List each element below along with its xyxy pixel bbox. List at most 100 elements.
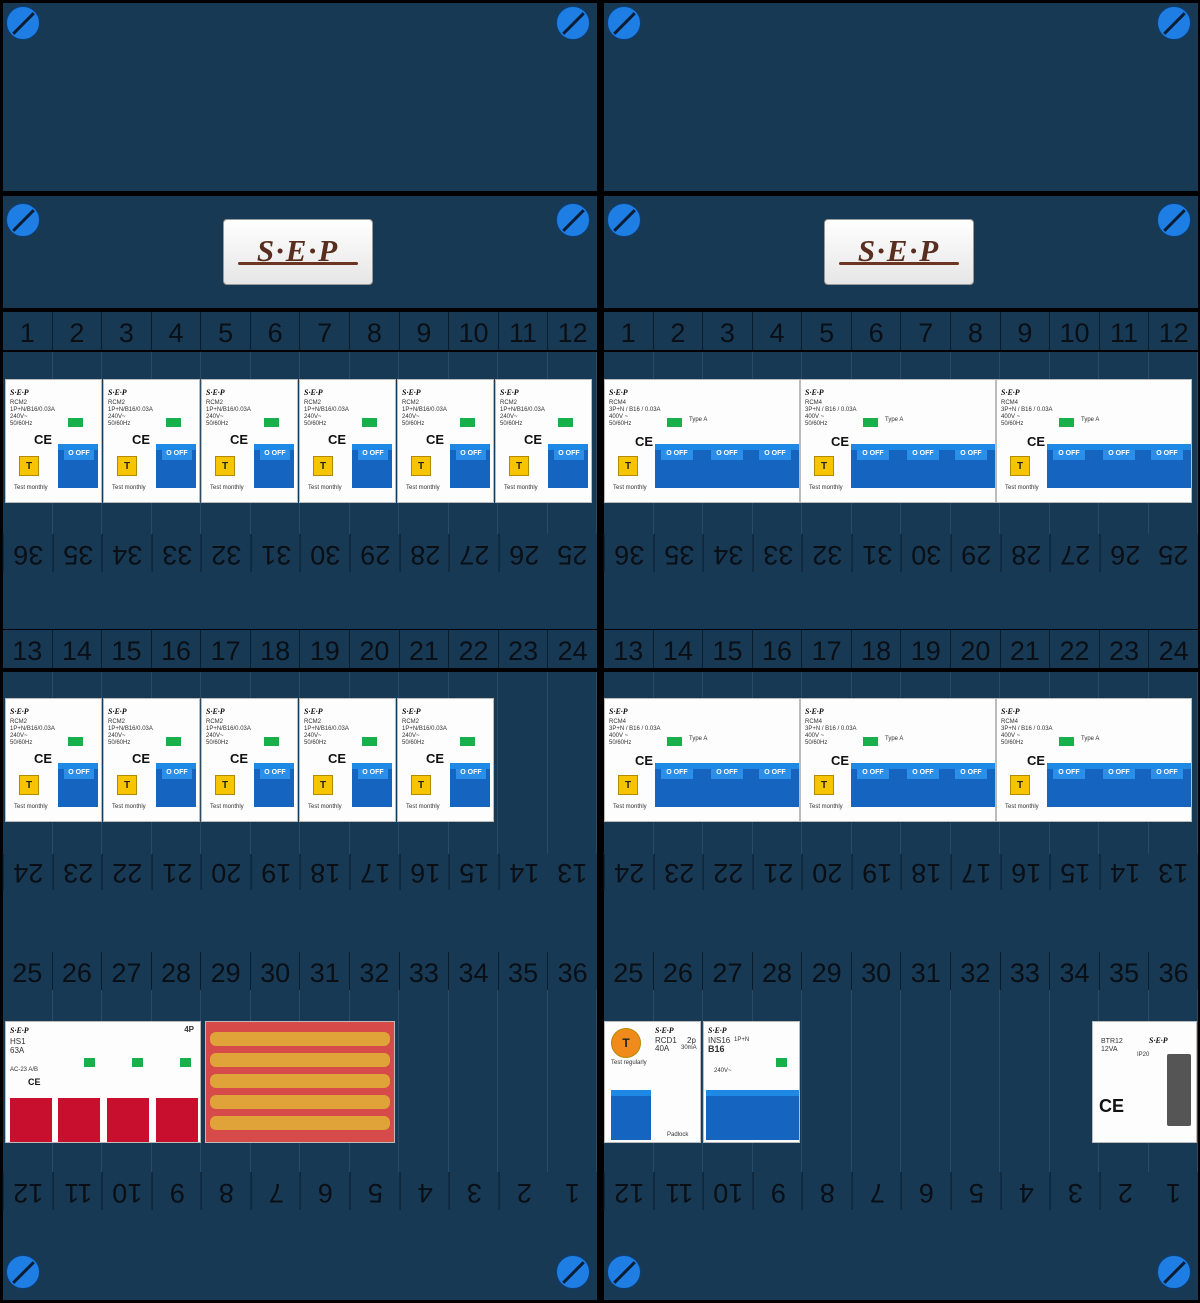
position-number: 33: [151, 534, 202, 572]
test-label: Test monthly: [14, 485, 48, 491]
test-button[interactable]: T: [117, 456, 137, 476]
status-indicator: [68, 737, 83, 746]
off-label: O OFF: [907, 769, 939, 779]
device-spec: 3P+N / B16 / 0.03A: [805, 407, 857, 413]
test-button[interactable]: T: [117, 775, 137, 795]
test-button[interactable]: T: [313, 456, 333, 476]
device-model: RCM2: [304, 719, 322, 725]
off-label: O OFF: [857, 769, 889, 779]
test-label: Test monthly: [613, 485, 647, 491]
breaker-lever[interactable]: [706, 1090, 799, 1140]
device-brand: S·E·P: [655, 1026, 674, 1035]
screw-icon[interactable]: [6, 1255, 40, 1289]
screw-icon[interactable]: [6, 203, 40, 237]
position-number: 17: [802, 630, 852, 668]
test-button[interactable]: T: [611, 1028, 641, 1058]
status-indicator: [460, 737, 475, 746]
position-number: 34: [703, 534, 753, 572]
test-button[interactable]: T: [411, 456, 431, 476]
off-label: O OFF: [554, 450, 584, 460]
screw-icon[interactable]: [556, 6, 590, 40]
ce-mark: CE: [635, 434, 654, 449]
position-number: 19: [901, 630, 952, 668]
rcbo-rcm2: S·E·P RCM2 1P+N/B16/0.03A 240V~ 50/60Hz CE T Te…: [397, 379, 494, 503]
position-number: 10: [449, 312, 499, 350]
test-label: Test monthly: [308, 485, 342, 491]
screw-icon[interactable]: [6, 6, 40, 40]
ce-mark: CE: [28, 1077, 41, 1087]
screw-icon[interactable]: [556, 203, 590, 237]
device-ip: IP20: [1137, 1052, 1150, 1058]
status-indicator: [863, 737, 878, 746]
device-frequency: 50/60Hz: [10, 740, 33, 746]
test-button[interactable]: T: [19, 775, 39, 795]
position-number: 29: [951, 534, 1001, 572]
position-number: 32: [951, 952, 1001, 990]
position-number: 19: [250, 852, 301, 890]
switch-handle[interactable]: [107, 1098, 149, 1142]
test-label: Test monthly: [308, 804, 342, 810]
device-brand: S·E·P: [805, 388, 824, 397]
position-number: 36: [557, 958, 588, 988]
position-number: 35: [52, 534, 103, 572]
test-button[interactable]: T: [1010, 775, 1030, 795]
terminal-strip: [210, 1053, 390, 1067]
breaker-lever[interactable]: [611, 1090, 651, 1140]
test-button[interactable]: T: [215, 775, 235, 795]
screw-icon[interactable]: [607, 6, 641, 40]
off-label: O OFF: [260, 450, 290, 460]
position-number: 7: [901, 312, 952, 350]
position-number-row: 25 26 27 28 29 30 31 32 33 34 35 36: [604, 952, 1198, 990]
position-number: 35: [1100, 952, 1150, 990]
position-number-row: 12 11 10 9 8 7 6 5 4 3 2 1: [3, 1172, 597, 1210]
position-number: 2: [498, 1172, 549, 1210]
test-button[interactable]: T: [814, 456, 834, 476]
ce-mark: CE: [34, 432, 53, 447]
position-number: 13: [557, 858, 588, 888]
position-number: 1: [1166, 1178, 1182, 1208]
screw-icon[interactable]: [1157, 203, 1191, 237]
switch-handle[interactable]: [156, 1098, 198, 1142]
device-brand: S·E·P: [10, 1026, 29, 1035]
screw-icon[interactable]: [1157, 1255, 1191, 1289]
switch-handle[interactable]: [58, 1098, 100, 1142]
test-button[interactable]: T: [313, 775, 333, 795]
test-label: Test monthly: [406, 485, 440, 491]
device-spec: 1P+N/B16/0.03A: [402, 407, 447, 413]
device-model: RCD1: [655, 1036, 677, 1045]
off-label: O OFF: [358, 769, 388, 779]
test-button[interactable]: T: [814, 775, 834, 795]
screw-icon[interactable]: [1157, 6, 1191, 40]
position-number: 14: [1099, 852, 1150, 890]
position-number-row: 12 11 10 9 8 7 6 5 4 3 2 1: [604, 1172, 1198, 1210]
device-type: Type A: [689, 417, 708, 423]
test-button[interactable]: T: [215, 456, 235, 476]
position-number: 29: [802, 952, 852, 990]
status-indicator: [362, 418, 377, 427]
rcbo-rcm4: S·E·P RCM4 3P+N / B16 / 0.03A 400V ~50/60Hz…: [604, 698, 800, 822]
device-type: Type A: [885, 417, 904, 423]
test-button[interactable]: T: [509, 456, 529, 476]
panel-cover: [604, 1210, 1198, 1300]
test-button[interactable]: T: [411, 775, 431, 795]
position-number: 6: [300, 1172, 351, 1210]
position-number: 16: [399, 852, 450, 890]
off-label: O OFF: [1151, 769, 1183, 779]
test-label: Test monthly: [613, 804, 647, 810]
device-spec: 1P+N/B16/0.03A: [10, 407, 55, 413]
position-number: 8: [350, 312, 400, 350]
test-button[interactable]: T: [618, 456, 638, 476]
test-button[interactable]: T: [1010, 456, 1030, 476]
screw-icon[interactable]: [556, 1255, 590, 1289]
rcbo-rcm4: S·E·P RCM4 3P+N / B16 / 0.03A 400V ~50/60Hz…: [604, 379, 800, 503]
position-number-row: 24 23 22 21 20 19 18 17 16 15 14 13: [604, 852, 1198, 890]
status-indicator: [264, 737, 279, 746]
device-brand: S·E·P: [1001, 388, 1020, 397]
screw-icon[interactable]: [607, 203, 641, 237]
test-button[interactable]: T: [19, 456, 39, 476]
test-button[interactable]: T: [618, 775, 638, 795]
switch-handle[interactable]: [10, 1098, 52, 1142]
screw-icon[interactable]: [607, 1255, 641, 1289]
position-number: 36: [604, 534, 654, 572]
position-number: 16: [1000, 852, 1051, 890]
